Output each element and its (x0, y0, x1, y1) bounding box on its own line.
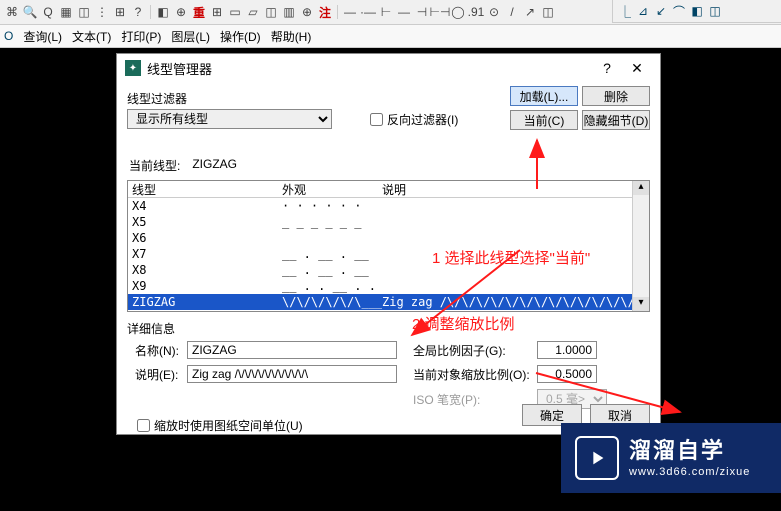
action-buttons: 加载(L)... 删除 当前(C) 隐藏细节(D) (510, 86, 650, 130)
tool-icon-red[interactable]: 注 (317, 4, 333, 20)
app-icon: ✦ (125, 60, 141, 76)
right-tool-icon[interactable]: ↙ (653, 3, 669, 19)
list-item[interactable]: X4· · · · · · (128, 198, 649, 214)
tool-icon[interactable]: — (342, 4, 358, 20)
tool-icon[interactable]: ⊢⊣ (432, 4, 448, 20)
close-button[interactable]: ✕ (622, 58, 652, 78)
right-tool-icon[interactable]: ◧ (689, 3, 705, 19)
scroll-up-icon[interactable]: ▴ (633, 181, 649, 195)
watermark-logo-icon (575, 436, 619, 480)
titlebar[interactable]: ✦ 线型管理器 ? ✕ (117, 54, 660, 82)
tool-icon[interactable]: ⊕ (173, 4, 189, 20)
details-label: 详细信息 (127, 320, 650, 337)
list-header: 线型 外观 说明 (128, 181, 649, 198)
pspace-units-checkbox[interactable]: 缩放时使用图纸空间单位(U) (137, 417, 303, 434)
col-desc[interactable]: 说明 (382, 181, 642, 198)
annotation-step1: 1 选择此线型选择"当前" (432, 247, 590, 268)
tool-icon[interactable]: ◧ (155, 4, 171, 20)
tool-icon[interactable]: ▱ (245, 4, 261, 20)
desc-label: 说明(E): (127, 366, 187, 383)
scrollbar[interactable]: ▴ ▾ (632, 181, 649, 311)
tool-icon[interactable]: ⊢ (378, 4, 394, 20)
right-toolbar: ⎿ ⊿ ↙ ⌒ ◧ ◫ (612, 0, 781, 23)
right-tool-icon[interactable]: ⎿ (617, 3, 633, 19)
object-scale-input[interactable] (537, 365, 597, 383)
menu-item[interactable]: 操作(D) (220, 28, 261, 45)
annotation-step2: 2 调整缩放比例 (412, 313, 515, 334)
tool-icon[interactable]: ⌘ (4, 4, 20, 20)
separator (337, 5, 338, 19)
tool-icon[interactable]: ◫ (540, 4, 556, 20)
list-item-selected[interactable]: ZIGZAG\/\/\/\/\/\____Zig zag /\/\/\/\/\/… (128, 294, 649, 310)
tool-icon[interactable]: ⊞ (112, 4, 128, 20)
tool-icon[interactable]: ⊣ (414, 4, 430, 20)
name-label: 名称(N): (127, 342, 187, 359)
pspace-units-check[interactable] (137, 419, 150, 432)
tool-icon[interactable]: ·— (360, 4, 376, 20)
menu-item[interactable]: 图层(L) (171, 28, 210, 45)
watermark-url: www.3d66.com/zixue (629, 465, 750, 479)
menu-item[interactable]: 文本(T) (72, 28, 111, 45)
tool-icon[interactable]: ⋮ (94, 4, 110, 20)
list-item[interactable]: X9__ . . __ . . (128, 278, 649, 294)
delete-button[interactable]: 删除 (582, 86, 650, 106)
tool-icon[interactable]: ▥ (281, 4, 297, 20)
tool-icon[interactable]: ⊙ (486, 4, 502, 20)
help-button[interactable]: ? (592, 58, 622, 78)
watermark: 溜溜自学 www.3d66.com/zixue (561, 423, 781, 493)
menu-item[interactable]: 帮助(H) (271, 28, 312, 45)
invert-filter-label: 反向过滤器(I) (387, 111, 458, 128)
tool-icon[interactable]: ↗ (522, 4, 538, 20)
tool-icon[interactable]: 🔍 (22, 4, 38, 20)
menu-item[interactable]: 打印(P) (121, 28, 161, 45)
name-input[interactable] (187, 341, 397, 359)
tool-icon[interactable]: ⊕ (299, 4, 315, 20)
right-tool-icon[interactable]: ⌒ (671, 3, 687, 19)
right-tool-icon[interactable]: ◫ (707, 3, 723, 19)
tool-icon[interactable]: Q (40, 4, 56, 20)
global-scale-label: 全局比例因子(G): (397, 342, 537, 359)
linetype-list[interactable]: 线型 外观 说明 X4· · · · · · X5_ _ _ _ _ _ X6 … (127, 180, 650, 312)
load-button[interactable]: 加载(L)... (510, 86, 578, 106)
scroll-down-icon[interactable]: ▾ (633, 297, 649, 311)
tool-icon[interactable]: / (504, 4, 520, 20)
tool-icon[interactable]: ◯ (450, 4, 466, 20)
right-tool-icon[interactable]: ⊿ (635, 3, 651, 19)
tool-icon[interactable]: — (396, 4, 412, 20)
filter-select[interactable]: 显示所有线型 (127, 109, 332, 129)
desc-input[interactable] (187, 365, 397, 383)
menu-item[interactable]: 查询(L) (23, 28, 62, 45)
hide-details-button[interactable]: 隐藏细节(D) (582, 110, 650, 130)
tool-icon[interactable]: ◫ (76, 4, 92, 20)
current-linetype-label: 当前线型: (129, 157, 180, 174)
global-scale-input[interactable] (537, 341, 597, 359)
current-linetype-value: ZIGZAG (192, 157, 237, 174)
dialog-title: 线型管理器 (147, 59, 212, 78)
tool-icon[interactable]: .91 (468, 4, 484, 20)
col-appearance[interactable]: 外观 (282, 181, 382, 198)
current-button[interactable]: 当前(C) (510, 110, 578, 130)
iso-pen-label: ISO 笔宽(P): (397, 391, 537, 408)
menubar: O 查询(L) 文本(T) 打印(P) 图层(L) 操作(D) 帮助(H) (0, 25, 781, 48)
invert-filter-check[interactable] (370, 113, 383, 126)
menu-arrow-icon[interactable]: O (4, 29, 13, 43)
linetype-manager-dialog: ✦ 线型管理器 ? ✕ 线型过滤器 显示所有线型 反向过滤器(I) 加载(L).… (116, 53, 661, 435)
tool-icon[interactable]: ▭ (227, 4, 243, 20)
tool-icon[interactable]: ▦ (58, 4, 74, 20)
tool-icon[interactable]: ◫ (263, 4, 279, 20)
col-name[interactable]: 线型 (132, 181, 282, 198)
tool-icon[interactable]: ⊞ (209, 4, 225, 20)
pspace-units-label: 缩放时使用图纸空间单位(U) (154, 417, 303, 434)
object-scale-label: 当前对象缩放比例(O): (397, 366, 537, 383)
list-item[interactable]: X6 (128, 230, 649, 246)
separator (150, 5, 151, 19)
invert-filter-checkbox[interactable]: 反向过滤器(I) (370, 111, 458, 128)
watermark-title: 溜溜自学 (629, 437, 750, 466)
tool-icon-red[interactable]: 重 (191, 4, 207, 20)
list-item[interactable]: X5_ _ _ _ _ _ (128, 214, 649, 230)
tool-icon[interactable]: ? (130, 4, 146, 20)
